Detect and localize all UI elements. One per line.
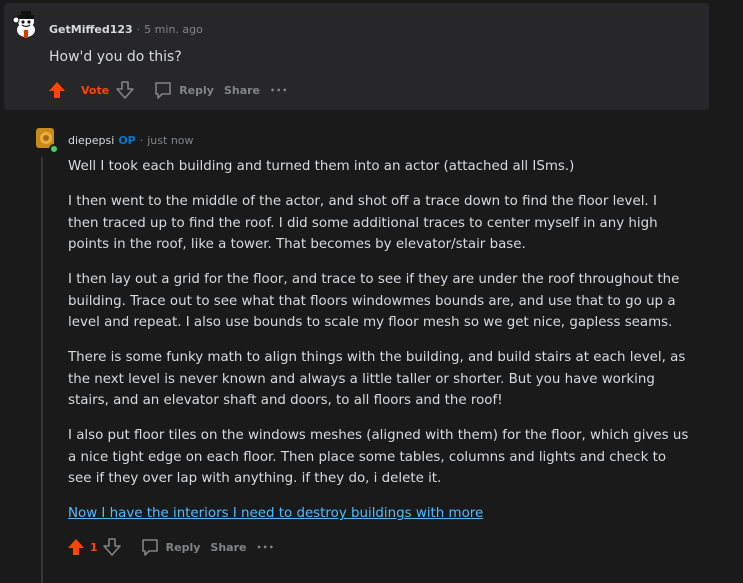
comment-paragraph: I then lay out a grid for the floor, and… [68, 272, 680, 330]
timestamp[interactable]: 5 min. ago [144, 23, 203, 36]
username-link[interactable]: GetMiffed123 [49, 23, 133, 36]
vote-count: 1 [90, 540, 98, 554]
reply-button[interactable]: Reply [140, 537, 201, 557]
comment2-body: Well I took each building and turned the… [68, 156, 690, 538]
separator-dot: · [139, 134, 144, 147]
reply-button[interactable]: Reply [153, 80, 214, 100]
comment-paragraph: There is some funky math to align things… [68, 350, 686, 408]
thread-line[interactable] [41, 157, 43, 583]
share-button[interactable]: Share [224, 84, 260, 97]
share-label: Share [223, 83, 260, 97]
comment-bubble-icon [140, 537, 160, 557]
more-options-button[interactable]: ••• [270, 86, 288, 95]
comment1-meta: GetMiffed123 · 5 min. ago [49, 23, 203, 36]
comment-link[interactable]: Now I have the interiors I need to destr… [68, 506, 483, 521]
more-options-button[interactable]: ••• [256, 543, 274, 552]
op-badge: OP [118, 134, 136, 147]
comment-bubble-icon [153, 80, 173, 100]
downvote-arrow-icon[interactable] [102, 537, 122, 557]
comment-paragraph: I also put floor tiles on the windows me… [68, 428, 689, 486]
user-avatar-icon[interactable] [35, 126, 59, 154]
username-link[interactable]: diepepsi [68, 134, 114, 147]
downvote-arrow-icon[interactable] [115, 80, 135, 100]
more-label: ••• [256, 542, 275, 552]
share-label: Share [210, 540, 247, 554]
comment-paragraph: I then went to the middle of the actor, … [68, 194, 658, 252]
comment1-text: How'd you do this? [49, 49, 182, 65]
comment2-meta: diepepsi OP · just now [68, 134, 194, 147]
vote-label: Vote [81, 83, 110, 97]
comment2-actions: 1 Reply Share ••• [66, 537, 285, 557]
comment1-actions: Vote Reply Share ••• [47, 80, 298, 100]
comment-paragraph: Well I took each building and turned the… [68, 159, 575, 174]
upvote-arrow-icon[interactable] [47, 80, 67, 100]
more-label: ••• [270, 85, 289, 95]
reply-label: Reply [179, 83, 214, 97]
snoo-avatar-icon[interactable] [10, 10, 42, 42]
comment-link-paragraph: Now I have the interiors I need to destr… [68, 503, 690, 525]
separator-dot: · [136, 23, 141, 36]
share-button[interactable]: Share [210, 541, 246, 554]
upvote-arrow-icon[interactable] [66, 537, 86, 557]
reply-label: Reply [165, 540, 201, 554]
timestamp[interactable]: just now [147, 134, 193, 147]
